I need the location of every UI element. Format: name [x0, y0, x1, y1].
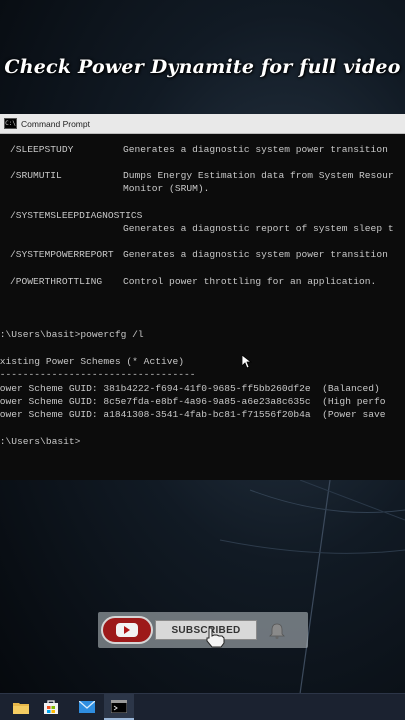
command-prompt-window[interactable]: C:\ Command Prompt /SLEEPSTUDY Generates … — [0, 114, 405, 480]
option-row: Generates a diagnostic report of system … — [10, 222, 394, 235]
option-description: Dumps Energy Estimation data from System… — [123, 170, 394, 181]
scheme-row: Power Scheme GUID: 381b4222-f694-41f0-96… — [0, 383, 380, 394]
schemes-header: Existing Power Schemes (* Active) — [0, 356, 184, 367]
option-description: Generates a diagnostic system power tran… — [123, 144, 388, 155]
option-description: Control power throttling for an applicat… — [123, 276, 377, 287]
option-row: /SLEEPSTUDY Generates a diagnostic system… — [10, 143, 388, 156]
desktop-wallpaper — [0, 479, 405, 695]
separator-line: ----------------------------------- — [0, 369, 196, 380]
cmd-icon: C:\ — [4, 118, 17, 129]
window-titlebar[interactable]: C:\ Command Prompt — [0, 114, 405, 134]
video-caption: Check Power Dynamite for full video — [4, 56, 401, 78]
mail-icon[interactable] — [72, 694, 102, 720]
file-explorer-icon[interactable] — [6, 694, 36, 720]
option-description: Generates a diagnostic system power tran… — [123, 249, 388, 260]
option-description: Generates a diagnostic report of system … — [123, 223, 394, 234]
taskbar — [0, 693, 405, 720]
window-title: Command Prompt — [21, 118, 90, 129]
scheme-row: Power Scheme GUID: a1841308-3541-4fab-bc… — [0, 409, 386, 420]
store-icon[interactable] — [36, 694, 66, 720]
pointer-hand-icon — [203, 626, 229, 653]
option-switch: /POWERTHROTTLING — [10, 276, 103, 287]
option-switch: /SLEEPSTUDY — [10, 144, 74, 155]
bell-icon[interactable] — [262, 621, 292, 641]
console-output[interactable]: /SLEEPSTUDY Generates a diagnostic system… — [0, 134, 405, 480]
option-switch: /SYSTEMPOWERREPORT — [10, 249, 114, 260]
option-row: /SRUMUTIL Dumps Energy Estimation data fr… — [10, 169, 394, 182]
option-switch: /SYSTEMSLEEPDIAGNOSTICS — [10, 210, 143, 221]
option-switch: /SRUMUTIL — [10, 170, 62, 181]
youtube-play-icon[interactable] — [101, 616, 153, 644]
command-line: C:\Users\basit>powercfg /l — [0, 329, 144, 340]
prompt-line: C:\Users\basit> — [0, 436, 81, 447]
option-row: Monitor (SRUM). — [10, 182, 209, 195]
option-description: Monitor (SRUM). — [123, 183, 210, 194]
command-prompt-icon[interactable] — [104, 694, 134, 720]
option-row: /SYSTEMPOWERREPORT Generates a diagnostic… — [10, 248, 388, 261]
scheme-row: Power Scheme GUID: 8c5e7fda-e8bf-4a96-9a… — [0, 396, 386, 407]
option-row: /POWERTHROTTLING Control power throttling… — [10, 275, 376, 288]
option-row: /SYSTEMSLEEPDIAGNOSTICS — [10, 209, 142, 222]
